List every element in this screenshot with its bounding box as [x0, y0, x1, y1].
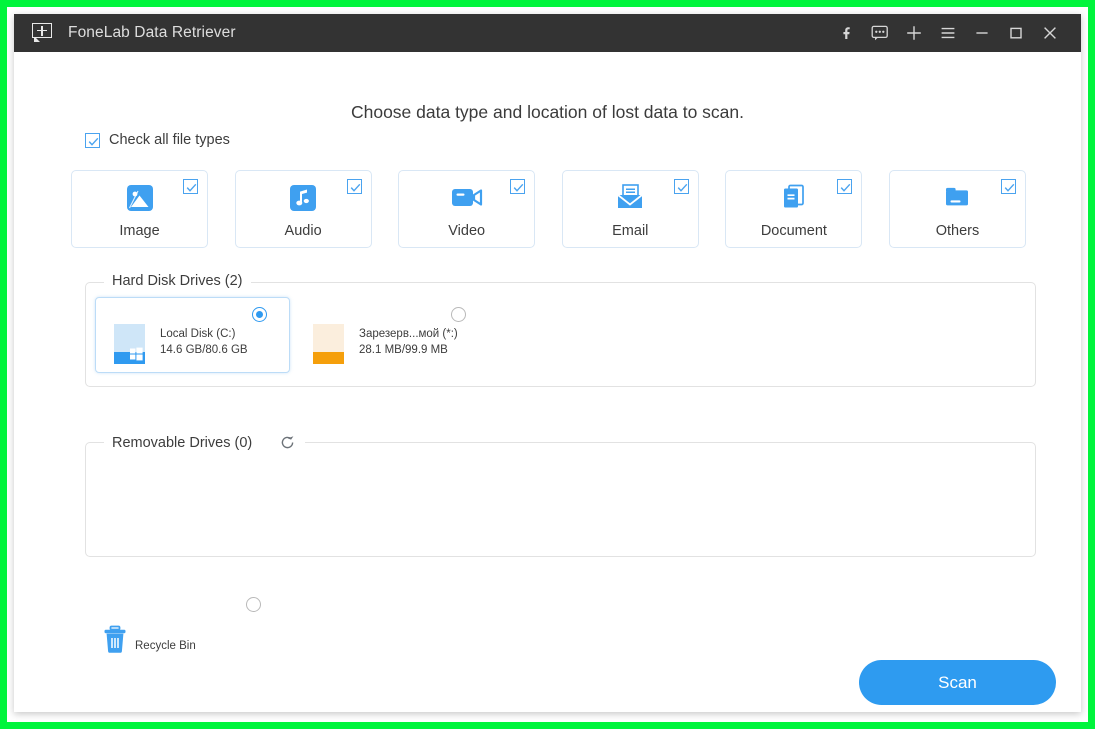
recycle-bin-label: Recycle Bin	[135, 640, 196, 652]
check-all-label: Check all file types	[109, 132, 230, 148]
audio-icon	[236, 181, 371, 215]
file-type-card-document[interactable]: Document	[725, 170, 863, 248]
app-window: FoneLab Data Retriever Choose data type …	[14, 14, 1081, 712]
scan-button[interactable]: Scan	[859, 660, 1056, 705]
plus-icon[interactable]	[897, 14, 931, 52]
check-all-checkbox[interactable]	[85, 132, 100, 148]
close-icon[interactable]	[1033, 14, 1067, 52]
trash-icon	[102, 625, 130, 662]
drive-name: Зарезерв...мой (*:)	[359, 328, 458, 340]
file-type-label: Audio	[284, 223, 322, 239]
drive-item-local-disk-c[interactable]: Local Disk (C:) 14.6 GB/80.6 GB	[95, 297, 290, 373]
page-title: Choose data type and location of lost da…	[350, 102, 745, 122]
feedback-bubble-icon[interactable]	[863, 14, 897, 52]
drive-size: 14.6 GB/80.6 GB	[160, 344, 248, 356]
removable-drives-panel: Removable Drives (0)	[85, 433, 1036, 557]
image-icon	[72, 181, 207, 215]
drive-radio-selected[interactable]	[252, 307, 267, 322]
facebook-icon[interactable]	[829, 14, 863, 52]
windows-drive-icon	[114, 324, 152, 364]
main-content: Choose data type and location of lost da…	[14, 52, 1081, 712]
drive-info: Local Disk (C:) 14.6 GB/80.6 GB	[160, 326, 248, 359]
hard-disk-drives-label: Hard Disk Drives (2)	[112, 273, 243, 289]
file-type-card-others[interactable]: Others	[888, 170, 1026, 248]
email-icon	[563, 181, 698, 215]
file-type-label: Others	[935, 223, 980, 239]
recycle-bin-radio[interactable]	[246, 597, 261, 612]
drive-size: 28.1 MB/99.9 MB	[359, 344, 448, 356]
recording-border: FoneLab Data Retriever Choose data type …	[0, 0, 1095, 729]
recycle-bin-item[interactable]: Recycle Bin	[94, 597, 324, 657]
menu-icon[interactable]	[931, 14, 965, 52]
file-type-label: Document	[760, 223, 827, 239]
maximize-icon[interactable]	[999, 14, 1033, 52]
drive-name: Local Disk (C:)	[160, 328, 236, 340]
app-title: FoneLab Data Retriever	[68, 24, 236, 41]
file-type-label: Video	[448, 223, 486, 239]
title-bar: FoneLab Data Retriever	[14, 14, 1081, 52]
video-icon	[399, 181, 534, 215]
window-controls	[829, 14, 1081, 52]
file-type-card-video[interactable]: Video	[398, 170, 536, 248]
drive-info: Зарезерв...мой (*:) 28.1 MB/99.9 MB	[359, 326, 458, 359]
minimize-icon[interactable]	[965, 14, 999, 52]
hard-disk-drives-panel: Hard Disk Drives (2) Local Disk (C:) 14.…	[85, 273, 1036, 387]
drive-item-reserved[interactable]: Зарезерв...мой (*:) 28.1 MB/99.9 MB	[294, 297, 489, 373]
document-icon	[726, 181, 861, 215]
file-type-list: Image Audio Video Email Document Others	[71, 170, 1026, 248]
folder-icon	[890, 181, 1025, 215]
removable-drives-label: Removable Drives (0)	[112, 434, 253, 451]
speech-bubble-plus-icon	[31, 21, 55, 45]
removable-drives-legend: Removable Drives (0)	[104, 433, 306, 452]
file-type-label: Email	[612, 223, 649, 239]
refresh-icon[interactable]	[278, 433, 297, 452]
file-type-card-audio[interactable]: Audio	[234, 170, 372, 248]
hard-disk-drives-legend: Hard Disk Drives (2)	[104, 273, 251, 289]
file-type-card-image[interactable]: Image	[71, 170, 208, 248]
file-type-label: Image	[119, 223, 160, 239]
file-type-card-email[interactable]: Email	[561, 170, 699, 248]
drive-radio-unselected[interactable]	[451, 307, 466, 322]
drive-icon	[313, 324, 351, 364]
check-all-file-types[interactable]: Check all file types	[85, 132, 230, 148]
